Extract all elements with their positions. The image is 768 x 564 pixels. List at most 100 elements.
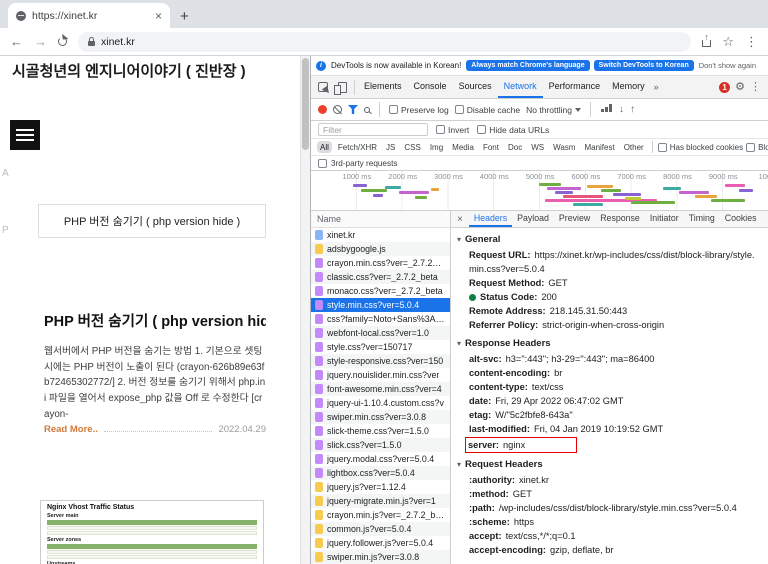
browser-menu-button[interactable] [745, 35, 758, 48]
request-headers-section-header[interactable]: Request Headers [457, 456, 762, 473]
import-har-button[interactable] [619, 105, 624, 115]
invert-checkbox[interactable] [436, 125, 445, 134]
inspect-element-button[interactable] [318, 82, 328, 92]
network-request-row[interactable]: lightbox.css?ver=5.0.4 [311, 466, 450, 480]
network-request-row[interactable]: jquery.nouislider.min.css?ver [311, 368, 450, 382]
detail-tab[interactable]: Headers [468, 211, 513, 227]
network-request-row[interactable]: style.css?ver=150717 [311, 340, 450, 354]
article-card-link[interactable]: PHP 버전 숨기기 ( php version hide ) [38, 204, 266, 238]
scrollbar-thumb[interactable] [302, 58, 309, 150]
network-request-row[interactable]: common.js?ver=5.0.4 [311, 522, 450, 536]
filter-chip[interactable]: Media [449, 141, 477, 153]
filter-chip[interactable]: Img [427, 141, 446, 153]
blocked-requests-checkbox[interactable] [746, 142, 756, 152]
filter-chip[interactable]: Fetch/XHR [335, 141, 380, 153]
name-column-header[interactable]: Name [311, 211, 450, 228]
read-more-link[interactable]: Read More.. [44, 424, 98, 435]
share-button[interactable] [702, 32, 712, 47]
has-blocked-cookies-checkbox[interactable] [657, 142, 667, 152]
devtools-tab[interactable]: Sources [453, 76, 498, 98]
search-button[interactable] [364, 106, 370, 113]
network-request-row[interactable]: slick.css?ver=1.5.0 [311, 438, 450, 452]
reload-button[interactable] [58, 37, 67, 46]
network-request-row[interactable]: style-responsive.css?ver=150 [311, 354, 450, 368]
network-request-row[interactable]: monaco.css?ver=_2.7.2_beta [311, 284, 450, 298]
general-section-header[interactable]: General [457, 231, 762, 248]
devtools-tab[interactable]: Memory [606, 76, 651, 98]
filter-chip[interactable]: WS [528, 141, 547, 153]
back-button[interactable] [10, 35, 23, 48]
filter-chip[interactable]: JS [383, 141, 398, 153]
invert-control[interactable]: Invert [436, 125, 469, 135]
more-tabs-chevron[interactable] [651, 82, 662, 92]
filter-chip[interactable]: Font [480, 141, 502, 153]
disable-cache-control[interactable]: Disable cache [454, 105, 520, 115]
has-blocked-cookies-control[interactable]: Has blocked cookies [657, 142, 743, 152]
devtools-tab[interactable]: Performance [543, 76, 607, 98]
new-tab-button[interactable] [180, 9, 189, 24]
network-request-row[interactable]: css?family=Noto+Sans%3A400 [311, 312, 450, 326]
network-request-row[interactable]: jquery.js?ver=1.12.4 [311, 480, 450, 494]
notice-dismiss-button[interactable]: Don't show again [699, 61, 756, 70]
detail-tab[interactable]: Response [595, 211, 645, 227]
detail-tab[interactable]: Timing [684, 211, 720, 227]
devtools-menu-icon[interactable] [750, 82, 761, 93]
error-count-badge[interactable]: 1 [719, 81, 731, 93]
hamburger-menu-button[interactable] [10, 120, 40, 150]
preserve-log-control[interactable]: Preserve log [389, 105, 449, 115]
notice-button[interactable]: Always match Chrome's language [466, 60, 590, 71]
network-request-row[interactable]: jquery.follower.js?ver=5.0.4 [311, 536, 450, 550]
detail-tab[interactable]: Preview [554, 211, 595, 227]
network-request-row[interactable]: webfont-local.css?ver=1.0 [311, 326, 450, 340]
network-request-row[interactable]: crayon.min.js?ver=_2.7.2_beta [311, 508, 450, 522]
network-request-row[interactable]: jquery.modal.css?ver=5.0.4 [311, 452, 450, 466]
network-request-row[interactable]: font-awesome.min.css?ver=4 [311, 382, 450, 396]
nginx-vts-thumbnail[interactable]: Nginx Vhost Traffic Status Server main S… [40, 500, 264, 564]
preserve-log-checkbox[interactable] [389, 105, 398, 114]
devtools-tab[interactable]: Console [408, 76, 453, 98]
network-request-row[interactable]: crayon.min.css?ver=_2.7.2_beta [311, 256, 450, 270]
network-request-row[interactable]: slick-theme.css?ver=1.5.0 [311, 424, 450, 438]
tab-close-icon[interactable] [155, 10, 162, 22]
settings-gear-icon[interactable] [735, 82, 745, 93]
hide-data-urls-checkbox[interactable] [477, 125, 487, 134]
address-bar[interactable]: xinet.kr [78, 31, 692, 52]
export-har-button[interactable] [630, 105, 635, 115]
hide-data-urls-control[interactable]: Hide data URLs [477, 125, 549, 135]
filter-chip[interactable]: Doc [505, 141, 525, 153]
page-scrollbar[interactable] [300, 56, 310, 564]
network-request-row[interactable]: jquery-migrate.min.js?ver=1 [311, 494, 450, 508]
network-request-row[interactable]: xinet.kr [311, 228, 450, 242]
devtools-tab[interactable]: Network [497, 76, 543, 98]
post-title[interactable]: PHP 버전 숨기기 ( php version hide ) [44, 310, 266, 331]
response-headers-section-header[interactable]: Response Headers [457, 335, 762, 352]
blocked-requests-control[interactable]: Blocked Req [746, 142, 768, 152]
filter-chip[interactable]: Wasm [550, 141, 578, 153]
network-request-row[interactable]: style.min.css?ver=5.0.4 [311, 298, 450, 312]
network-filter-input[interactable] [318, 123, 428, 136]
detail-tab[interactable]: Cookies [720, 211, 762, 227]
record-button[interactable] [318, 105, 327, 114]
devtools-tab[interactable]: Elements [358, 76, 408, 98]
filter-chip[interactable]: CSS [401, 141, 423, 153]
filter-chip[interactable]: All [317, 141, 332, 153]
clear-button[interactable] [333, 105, 342, 114]
network-request-row[interactable]: classic.css?ver=_2.7.2_beta [311, 270, 450, 284]
device-toolbar-button[interactable] [334, 81, 347, 95]
filter-toggle-button[interactable] [348, 105, 358, 114]
detail-tab[interactable]: Initiator [645, 211, 684, 227]
network-conditions-icon[interactable] [600, 104, 612, 112]
network-request-row[interactable]: swiper.min.css?ver=3.0.8 [311, 410, 450, 424]
browser-tab[interactable]: https://xinet.kr [8, 3, 170, 28]
network-request-row[interactable]: jquery-ui-1.10.4.custom.css?v [311, 396, 450, 410]
notice-button[interactable]: Switch DevTools to Korean [593, 60, 694, 71]
network-request-row[interactable]: adsbygoogle.js [311, 242, 450, 256]
filter-chip[interactable]: Manifest [581, 141, 617, 153]
bookmark-star-button[interactable] [722, 35, 734, 48]
throttling-dropdown[interactable]: No throttling [526, 105, 581, 115]
timeline-overview[interactable]: 1000 ms 2000 ms 3000 ms 4000 ms 5000 ms 6000 … [311, 171, 768, 211]
close-detail-button[interactable] [451, 214, 469, 225]
disable-cache-checkbox[interactable] [454, 105, 464, 114]
detail-tab[interactable]: Payload [512, 211, 554, 227]
network-request-row[interactable]: swiper.min.js?ver=3.0.8 [311, 550, 450, 564]
